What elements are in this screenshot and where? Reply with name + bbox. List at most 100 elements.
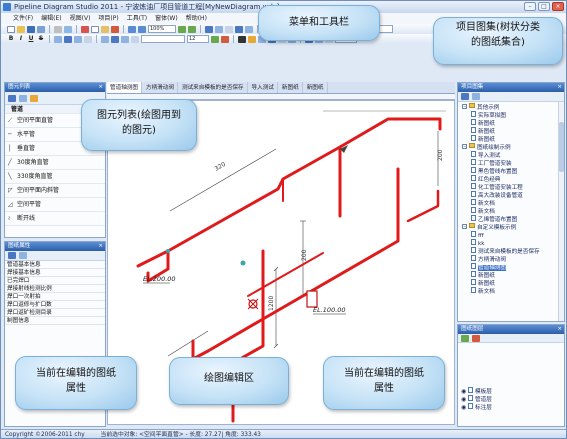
maximize-button[interactable]: □ <box>538 2 550 11</box>
property-row[interactable]: 焊口返修与扩口数 <box>5 301 105 309</box>
tab-template-save-test[interactable]: 测试来自模板的是否保存 <box>179 82 248 93</box>
align-left-icon[interactable] <box>54 35 62 43</box>
menu-project[interactable]: 项目(P) <box>98 13 118 24</box>
align-icon[interactable] <box>225 25 233 33</box>
open-folder-icon[interactable] <box>17 25 25 33</box>
justify-icon[interactable] <box>84 35 92 43</box>
menu-file[interactable]: 文件(F) <box>13 13 33 24</box>
tree-drawing[interactable]: 新图纸 <box>462 279 564 287</box>
align-right-icon[interactable] <box>74 35 82 43</box>
ungroup-icon[interactable] <box>245 25 253 33</box>
tree-drawing[interactable]: 新文档 <box>462 207 564 215</box>
tree-drawing[interactable]: 新文档 <box>462 199 564 207</box>
line-width-select[interactable]: 12 <box>187 35 209 43</box>
property-row[interactable]: 焊口一次射拍 <box>5 293 105 301</box>
fill-color-icon[interactable] <box>248 35 256 43</box>
tab-new-drawing[interactable]: 新图纸 <box>279 82 303 93</box>
element-item[interactable]: ◸ 空间平面内斜管 <box>5 184 105 198</box>
font-select[interactable] <box>141 35 185 43</box>
zoom-out-icon[interactable] <box>188 25 196 33</box>
valign-middle-icon[interactable] <box>111 35 119 43</box>
text-frame-icon[interactable] <box>131 35 139 43</box>
menu-view[interactable]: 视图(V) <box>70 13 91 24</box>
minimize-button[interactable]: – <box>524 2 536 11</box>
tree-drawing[interactable]: fff <box>462 231 564 239</box>
category-icon[interactable] <box>8 94 16 102</box>
redo-icon[interactable] <box>138 25 146 33</box>
tree-drawing[interactable]: 新图纸 <box>462 271 564 279</box>
tree-folder[interactable]: − 图纸绘制示例 <box>462 143 564 151</box>
tab-pipe-isometric[interactable]: 管道轴测图 <box>107 82 142 93</box>
layer-item[interactable]: ◉ 管道层 <box>461 395 564 403</box>
refresh-icon[interactable] <box>472 93 480 100</box>
tree-drawing[interactable]: 黑色管线布置图 <box>462 167 564 175</box>
tab-slide-valve[interactable]: 方柄滑动阀 <box>143 82 178 93</box>
menu-tools[interactable]: 工具(T) <box>127 13 147 24</box>
panel-close-icon[interactable]: × <box>98 83 103 92</box>
cut-icon[interactable] <box>81 25 89 33</box>
preview-icon[interactable] <box>64 25 72 33</box>
grid-icon[interactable] <box>205 25 213 33</box>
line-color-icon[interactable] <box>238 35 246 43</box>
favorite-icon[interactable] <box>30 94 38 102</box>
italic-button[interactable]: I <box>17 35 25 43</box>
panel-close-icon[interactable]: × <box>98 242 103 251</box>
panel-close-icon[interactable]: × <box>557 83 562 92</box>
expand-toggle-icon[interactable]: − <box>462 104 467 109</box>
tree-drawing[interactable]: 管道轴测图 <box>462 263 564 271</box>
element-item[interactable]: ≀ 断开线 <box>5 212 105 226</box>
tree-folder[interactable]: − 其他示例 <box>462 103 564 111</box>
tree-drawing[interactable]: 工厂管道安装 <box>462 159 564 167</box>
valve-fitting[interactable] <box>306 290 318 308</box>
tree-scrollbar[interactable] <box>558 102 564 321</box>
selection-handle[interactable] <box>240 260 246 266</box>
property-row[interactable]: 焊接基本信息 <box>5 269 105 277</box>
property-row[interactable]: 已完焊口 <box>5 277 105 285</box>
font-grow-icon[interactable] <box>211 35 219 43</box>
expand-toggle-icon[interactable]: − <box>462 224 467 229</box>
menu-edit[interactable]: 编辑(E) <box>41 13 61 24</box>
add-layer-icon[interactable] <box>461 334 469 342</box>
element-item[interactable]: ◿ 空间平管 <box>5 198 105 212</box>
categorized-icon[interactable] <box>8 252 16 259</box>
save-all-icon[interactable] <box>37 25 45 33</box>
tree-drawing[interactable]: 新图纸 <box>462 127 564 135</box>
strikethrough-button[interactable]: S <box>37 35 45 43</box>
zoom-select[interactable]: 100% <box>148 25 176 33</box>
new-folder-icon[interactable] <box>461 93 469 100</box>
sort-icon[interactable] <box>19 94 27 102</box>
expand-toggle-icon[interactable]: − <box>462 144 467 149</box>
layer-item[interactable]: ◉ 模板层 <box>461 387 564 395</box>
tree-drawing[interactable]: 新文档 <box>462 287 564 295</box>
property-row[interactable]: 焊口返矿检测目录 <box>5 309 105 317</box>
tree-drawing[interactable]: 导入测试 <box>462 151 564 159</box>
property-row[interactable]: 制图信息 <box>5 317 105 325</box>
undo-icon[interactable] <box>128 25 136 33</box>
delete-icon[interactable] <box>111 25 119 33</box>
menu-window[interactable]: 窗体(W) <box>155 13 178 24</box>
print-icon[interactable] <box>54 25 62 33</box>
copy-icon[interactable] <box>91 25 99 33</box>
valign-top-icon[interactable] <box>101 35 109 43</box>
property-row[interactable]: 焊接射线检测比例 <box>5 285 105 293</box>
selection-handle[interactable] <box>166 249 170 253</box>
element-item[interactable]: ╲ 330度角直管 <box>5 170 105 184</box>
remove-layer-icon[interactable] <box>472 334 480 342</box>
zoom-in-icon[interactable] <box>178 25 186 33</box>
tree-drawing[interactable]: 方柄滑动阀 <box>462 255 564 263</box>
tree-drawing[interactable]: 测试来自模板的是否保存 <box>462 247 564 255</box>
tree-drawing[interactable]: 新图纸 <box>462 119 564 127</box>
tree-drawing[interactable]: 红色经典 <box>462 175 564 183</box>
tree-drawing[interactable]: 高大改装设备管道 <box>462 191 564 199</box>
paste-icon[interactable] <box>101 25 109 33</box>
element-item[interactable]: ╱ 30度角直管 <box>5 156 105 170</box>
bold-button[interactable]: B <box>7 35 15 43</box>
eye-icon[interactable]: ◉ <box>461 388 466 395</box>
layer-item[interactable]: ◉ 标注层 <box>461 403 564 411</box>
eye-icon[interactable]: ◉ <box>461 404 466 411</box>
snap-icon[interactable] <box>215 25 223 33</box>
panel-close-icon[interactable]: × <box>557 325 562 334</box>
valign-bottom-icon[interactable] <box>121 35 129 43</box>
group-icon[interactable] <box>235 25 243 33</box>
alphabetical-icon[interactable] <box>19 252 27 259</box>
